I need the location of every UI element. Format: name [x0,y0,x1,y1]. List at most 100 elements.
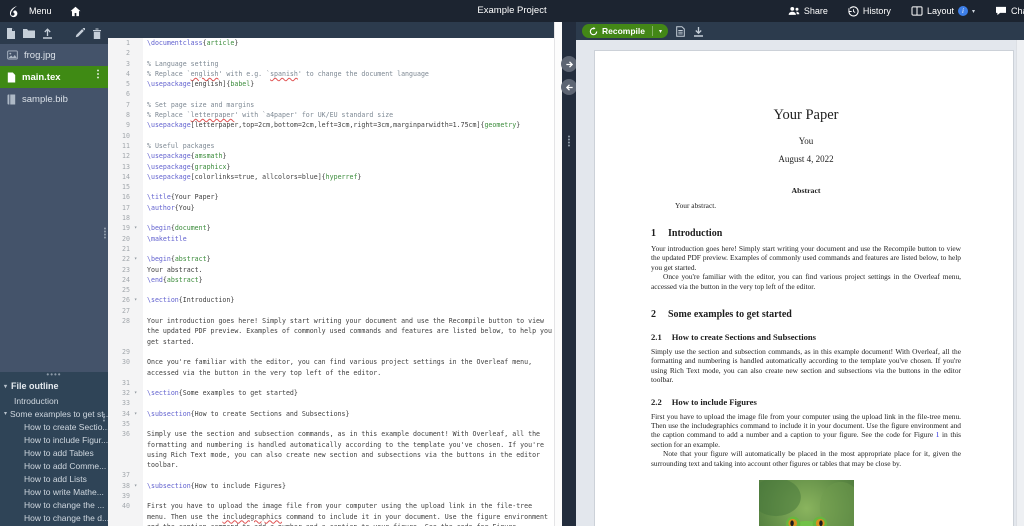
code-line-19[interactable]: 19▾\begin{document} [108,223,554,233]
code-line-4[interactable]: 4% Replace `english' with e.g. `spanish'… [108,69,554,79]
download-pdf-icon[interactable] [693,26,704,37]
outline-right-resize-handle[interactable]: ••• [101,414,107,423]
code-line-34[interactable]: 34▾\subsection{How to create Sections an… [108,409,554,419]
editor-scrollbar[interactable] [554,22,562,526]
code-line-16[interactable]: 16\title{Your Paper} [108,192,554,202]
view-logs-icon[interactable] [676,26,685,37]
fold-caret-icon[interactable]: ▾ [134,223,143,233]
pdf-toolbar: Recompile ▾ [576,22,1024,40]
outline-item[interactable]: How to add Tables [0,446,108,459]
code-line-40[interactable]: 40First you have to upload the image fil… [108,501,554,526]
sidebar-resize-handle[interactable]: •••• [102,228,108,240]
fold-gutter [134,285,143,295]
new-folder-button[interactable] [23,28,35,38]
pdf-viewport[interactable]: Your Paper You August 4, 2022 Abstract Y… [576,40,1024,526]
fold-caret-icon[interactable]: ▾ [134,388,143,398]
new-file-button[interactable] [6,28,16,39]
sync-to-pdf-button[interactable] [561,56,577,72]
code-line-7[interactable]: 7% Set page size and margins [108,100,554,110]
panel-divider[interactable]: •••• [562,22,576,526]
fold-caret-icon[interactable]: ▾ [134,409,143,419]
code-line-26[interactable]: 26▾\section{Introduction} [108,295,554,305]
sync-to-code-button[interactable] [561,79,577,95]
code-line-30[interactable]: 30Once you're familiar with the editor, … [108,357,554,378]
divider-drag-handle[interactable]: •••• [566,136,572,148]
code-line-17[interactable]: 17\author{You} [108,203,554,213]
code-text: \end{abstract} [143,275,554,285]
history-button[interactable]: History [838,0,901,22]
file-item-sample.bib[interactable]: sample.bib [0,88,108,110]
upload-button[interactable] [42,28,53,39]
chat-button[interactable]: Chat [985,0,1024,22]
menu-button[interactable]: Menu [20,0,61,22]
outline-item[interactable]: How to write Mathe... [0,485,108,498]
code-line-36[interactable]: 36Simply use the section and subsection … [108,429,554,470]
fold-caret-icon[interactable]: ▾ [134,295,143,305]
code-line-1[interactable]: 1\documentclass{article} [108,38,554,48]
code-line-15[interactable]: 15 [108,182,554,192]
outline-item[interactable]: How to add Comme... [0,459,108,472]
topbar: Menu Example Project Share History [0,0,1024,22]
outline-resize-handle[interactable]: •••• [0,372,108,379]
pdf-paragraph: Simply use the section and subsection co… [651,347,961,385]
fold-gutter [134,234,143,244]
code-line-31[interactable]: 31 [108,378,554,388]
code-line-32[interactable]: 32▾\section{Some examples to get started… [108,388,554,398]
code-text [143,491,554,501]
code-line-5[interactable]: 5\usepackage[english]{babel} [108,79,554,89]
code-line-13[interactable]: 13\usepackage{graphicx} [108,162,554,172]
outline-item[interactable]: How to add Lists [0,472,108,485]
code-line-18[interactable]: 18 [108,213,554,223]
outline-item[interactable]: Introduction [0,394,108,407]
code-line-22[interactable]: 22▾\begin{abstract} [108,254,554,264]
recompile-options-caret[interactable]: ▾ [653,24,668,38]
code-line-28[interactable]: 28Your introduction goes here! Simply st… [108,316,554,347]
rename-icon[interactable] [75,28,85,38]
code-line-33[interactable]: 33 [108,398,554,408]
outline-item[interactable]: How to change the d... [0,511,108,524]
code-line-10[interactable]: 10 [108,131,554,141]
outline-header[interactable]: ▾ File outline [0,379,108,394]
delete-icon[interactable] [92,28,102,39]
code-line-39[interactable]: 39 [108,491,554,501]
file-item-main.tex[interactable]: main.tex⋮ [0,66,108,88]
code-line-12[interactable]: 12\usepackage{amsmath} [108,151,554,161]
fold-caret-icon[interactable]: ▾ [134,254,143,264]
share-button[interactable]: Share [778,0,838,22]
code-line-37[interactable]: 37 [108,470,554,480]
code-line-9[interactable]: 9\usepackage[letterpaper,top=2cm,bottom=… [108,120,554,130]
code-line-11[interactable]: 11% Useful packages [108,141,554,151]
outline-item[interactable]: ▾Some examples to get st... [0,407,108,420]
code-line-3[interactable]: 3% Language setting [108,59,554,69]
code-line-27[interactable]: 27 [108,306,554,316]
code-text: \title{Your Paper} [143,192,554,202]
code-line-8[interactable]: 8% Replace `letterpaper' with `a4paper' … [108,110,554,120]
code-line-23[interactable]: 23Your abstract. [108,265,554,275]
outline-item-label: How to change the ... [24,500,104,510]
code-text: Your abstract. [143,265,554,275]
outline-item[interactable]: How to change the ... [0,498,108,511]
code-line-14[interactable]: 14\usepackage[colorlinks=true, allcolors… [108,172,554,182]
line-number: 8 [108,110,134,120]
fold-caret-icon[interactable]: ▾ [134,481,143,491]
code-text [143,398,554,408]
file-item-frog.jpg[interactable]: frog.jpg [0,44,108,66]
home-button[interactable] [61,0,90,22]
code-line-21[interactable]: 21 [108,244,554,254]
outline-item[interactable]: How to include Figur... [0,433,108,446]
code-line-29[interactable]: 29 [108,347,554,357]
code-line-2[interactable]: 2 [108,48,554,58]
pdf-scrollbar[interactable] [1016,40,1024,526]
code-line-20[interactable]: 20\maketitle [108,234,554,244]
code-line-35[interactable]: 35 [108,419,554,429]
code-line-24[interactable]: 24\end{abstract} [108,275,554,285]
code-line-25[interactable]: 25 [108,285,554,295]
code-line-38[interactable]: 38▾\subsection{How to include Figures} [108,481,554,491]
file-menu-kebab-icon[interactable]: ⋮ [93,69,103,80]
outline-item-label: Introduction [14,396,58,406]
recompile-button[interactable]: Recompile [582,24,652,38]
layout-button[interactable]: Layout i ▾ [901,0,985,22]
code-line-6[interactable]: 6 [108,89,554,99]
outline-item[interactable]: How to create Sectio... [0,420,108,433]
code-editor[interactable]: 1\documentclass{article}2 3% Language se… [108,38,554,526]
